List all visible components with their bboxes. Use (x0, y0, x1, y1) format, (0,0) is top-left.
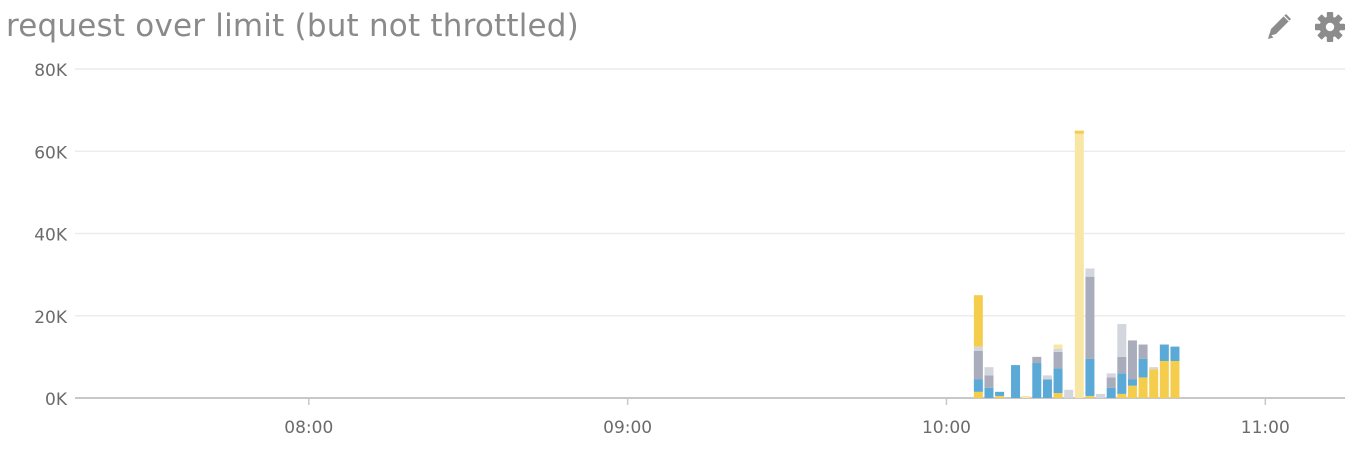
y-tick-label: 60K (34, 143, 68, 163)
settings-button[interactable] (1313, 10, 1347, 44)
bar-segment (1064, 389, 1074, 398)
bar-segment (1032, 356, 1042, 364)
bar-segment (1053, 351, 1063, 369)
stacked-bar-chart: 0K 20K 40K 60K 80K 08:00 09:00 10:00 11:00 (34, 61, 1345, 438)
tick-labels: 0K 20K 40K 60K 80K 08:00 09:00 10:00 11:00 (34, 61, 1290, 438)
bar-segment (995, 391, 1005, 396)
bar-segment (995, 395, 1005, 398)
bar-segment (1106, 373, 1116, 378)
bar-segment (1159, 344, 1169, 361)
bar-segment (1053, 368, 1063, 394)
bar-segment (1117, 393, 1127, 398)
bar-segment (1117, 373, 1127, 394)
y-tick-label: 80K (34, 61, 68, 81)
bar-segment (1042, 379, 1052, 398)
bar-segment (984, 387, 994, 398)
bar-segment (973, 379, 983, 392)
y-tick-label: 40K (34, 226, 68, 246)
bar-segment (1074, 130, 1084, 398)
bar-segment (973, 295, 983, 347)
bar-segment (1085, 358, 1095, 396)
bar-segment (1117, 323, 1127, 357)
bar-segment (973, 391, 983, 398)
bar-segment (1170, 360, 1180, 398)
bar-segment (1149, 367, 1159, 370)
pencil-icon (1268, 14, 1291, 39)
bar-cap (1074, 130, 1084, 134)
bar-segment (1085, 268, 1095, 277)
bar-segment (1138, 358, 1148, 378)
bar-segment (1138, 344, 1148, 359)
bar-segment (1053, 348, 1063, 352)
bar-segment (1053, 344, 1063, 349)
bar-segment (984, 375, 994, 388)
y-tick-label: 0K (45, 390, 68, 410)
widget-title: request over limit (but not throttled) (6, 8, 579, 44)
bar-segment (1042, 375, 1052, 380)
bar-segment (1159, 360, 1169, 398)
bar-segment (1127, 379, 1137, 386)
bar-segment (1085, 276, 1095, 359)
x-tick-label: 11:00 (1241, 418, 1290, 438)
bar-segment (1053, 393, 1063, 398)
bars (973, 130, 1180, 398)
widget-header: request over limit (but not throttled) (0, 0, 1358, 58)
axes (75, 397, 1345, 405)
bar-segment (1085, 395, 1095, 398)
bar-segment (1011, 365, 1021, 398)
bar-segment (1127, 385, 1137, 398)
bar-segment (1096, 393, 1106, 398)
y-tick-label: 20K (34, 308, 68, 328)
bar-segment (1127, 340, 1137, 380)
edit-button[interactable] (1263, 10, 1297, 44)
x-tick-label: 10:00 (922, 418, 971, 438)
bar-segment (1149, 369, 1159, 398)
bar-segment (1021, 395, 1031, 398)
bar-segment (1032, 363, 1042, 398)
bar-segment (984, 367, 994, 376)
bar-segment (973, 346, 983, 351)
bar-segment (1170, 346, 1180, 361)
bar-segment (1138, 377, 1148, 398)
x-tick-label: 09:00 (603, 418, 652, 438)
bar-segment (1117, 356, 1127, 374)
bar-segment (1106, 377, 1116, 388)
gear-icon (1315, 12, 1345, 42)
grid-lines (75, 68, 1345, 317)
x-tick-label: 08:00 (284, 418, 333, 438)
bar-segment (973, 350, 983, 380)
bar-segment (1106, 387, 1116, 398)
timeseries-widget: 0K 20K 40K 60K 80K 08:00 09:00 10:00 11:00 reque… (0, 0, 1358, 452)
